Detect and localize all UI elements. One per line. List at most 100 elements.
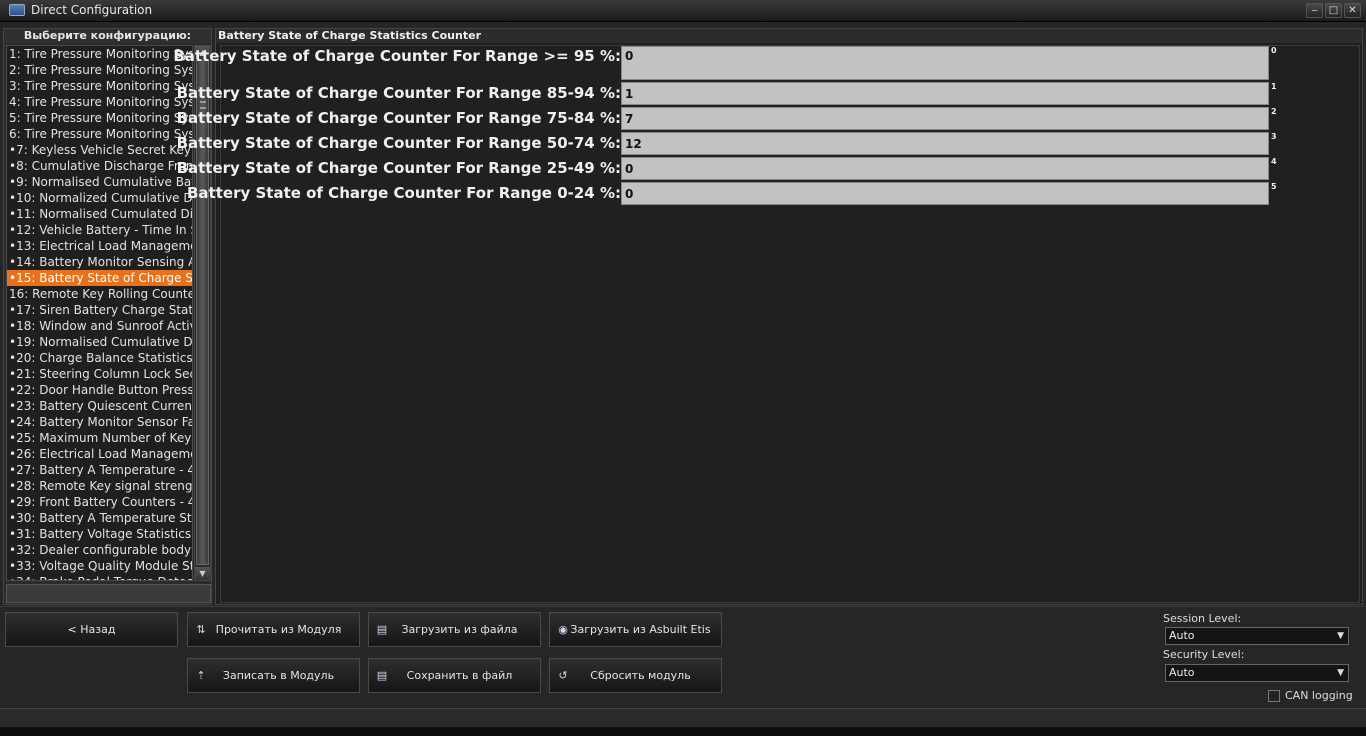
configuration-list-header: Выберите конфигурацию: [4, 29, 211, 43]
list-item[interactable]: •10: Normalized Cumulative Disc [7, 190, 192, 206]
list-item[interactable]: •20: Charge Balance Statistics C [7, 350, 192, 366]
list-item[interactable]: 3: Tire Pressure Monitoring Syst [7, 78, 192, 94]
list-item[interactable]: •25: Maximum Number of Keys A [7, 430, 192, 446]
detail-header: Battery State of Charge Statistics Count… [216, 29, 1362, 43]
direct-configuration-window: Direct Configuration ‒ □ ✕ Выберите конф… [0, 0, 1366, 736]
load-asbuilt-label: Загрузить из Asbuilt Etis [570, 623, 711, 636]
list-item[interactable]: •9: Normalised Cumulative Batte [7, 174, 192, 190]
field-value-input[interactable]: 7 [621, 107, 1269, 130]
can-logging-checkbox[interactable] [1268, 690, 1280, 702]
security-level-value: Auto [1169, 666, 1195, 679]
field-value-input[interactable]: 0 [621, 157, 1269, 180]
field-value-input[interactable]: 12 [621, 132, 1269, 155]
list-item[interactable]: •13: Electrical Load Managemen [7, 238, 192, 254]
list-item[interactable]: •12: Vehicle Battery - Time In S [7, 222, 192, 238]
list-item[interactable]: •14: Battery Monitor Sensing An [7, 254, 192, 270]
field-index: 2 [1271, 107, 1277, 116]
list-item[interactable]: •26: Electrical Load Managemen [7, 446, 192, 462]
list-item[interactable]: •32: Dealer configurable body fu [7, 542, 192, 558]
list-item[interactable]: •24: Battery Monitor Sensor Fau [7, 414, 192, 430]
list-item[interactable]: •31: Battery Voltage Statistics - [7, 526, 192, 542]
configuration-list[interactable]: 1: Tire Pressure Monitoring Syst 2: Tire … [6, 45, 193, 581]
list-item[interactable]: •15: Battery State of Charge Sta [7, 270, 192, 286]
globe-icon: ◉ [558, 623, 568, 636]
save-file-button[interactable]: ▤ Сохранить в файл [368, 658, 541, 693]
list-item[interactable]: 16: Remote Key Rolling Counter [7, 286, 192, 302]
list-item[interactable]: •23: Battery Quiescent Current - [7, 398, 192, 414]
chevron-down-icon: ▼ [1337, 668, 1344, 678]
read-module-label: Прочитать из Модуля [215, 623, 342, 636]
list-item[interactable]: •22: Door Handle Button Press T [7, 382, 192, 398]
app-icon [9, 4, 25, 16]
list-item[interactable]: •7: Keyless Vehicle Secret Key S [7, 142, 192, 158]
field-index: 5 [1271, 182, 1277, 191]
minimize-button[interactable]: ‒ [1306, 3, 1323, 18]
back-button-label: < Назад [67, 623, 116, 636]
write-module-icon: ⇡ [196, 669, 206, 682]
read-module-icon: ⇅ [196, 623, 206, 636]
field-index: 4 [1271, 157, 1277, 166]
session-level-label: Session Level: [1163, 612, 1242, 625]
list-item[interactable]: •8: Cumulative Discharge From [7, 158, 192, 174]
list-item[interactable]: •30: Battery A Temperature Stat [7, 510, 192, 526]
load-file-button[interactable]: ▤ Загрузить из файла [368, 612, 541, 647]
list-item[interactable]: •28: Remote Key signal strength [7, 478, 192, 494]
field-row: Battery State of Charge Counter For Rang… [177, 157, 1361, 181]
bottom-toolbar: < Назад ⇅ Прочитать из Модуля ▤ Загрузит… [0, 606, 1366, 708]
field-label: Battery State of Charge Counter For Rang… [176, 84, 621, 102]
list-item[interactable]: •18: Window and Sunroof Activa [7, 318, 192, 334]
load-file-icon: ▤ [376, 623, 388, 636]
list-item[interactable]: 5: Tire Pressure Monitoring Syst [7, 110, 192, 126]
load-asbuilt-button[interactable]: ◉ Загрузить из Asbuilt Etis [549, 612, 722, 647]
save-file-icon: ▤ [376, 669, 388, 682]
field-row: Battery State of Charge Counter For Rang… [177, 132, 1361, 156]
list-filter-field[interactable] [6, 584, 211, 603]
can-logging-label: CAN logging [1285, 689, 1353, 702]
save-file-label: Сохранить в файл [406, 669, 513, 682]
list-item[interactable]: •21: Steering Column Lock Secr [7, 366, 192, 382]
list-item[interactable]: •33: Voltage Quality Module Sta [7, 558, 192, 574]
reset-module-button[interactable]: ↺ Сбросить модуль [549, 658, 722, 693]
field-value-input[interactable]: 0 [621, 182, 1269, 205]
field-index: 3 [1271, 132, 1277, 141]
field-label: Battery State of Charge Counter For Rang… [176, 159, 621, 177]
field-row: Battery State of Charge Counter For Rang… [177, 107, 1361, 131]
field-row: Battery State of Charge Counter For Rang… [187, 182, 1361, 206]
taskbar [0, 728, 1366, 736]
read-module-button[interactable]: ⇅ Прочитать из Модуля [187, 612, 360, 647]
list-item[interactable]: 1: Tire Pressure Monitoring Syst [7, 46, 192, 62]
session-level-select[interactable]: Auto ▼ [1165, 627, 1349, 645]
list-item[interactable]: 4: Tire Pressure Monitoring Syst [7, 94, 192, 110]
close-button[interactable]: ✕ [1344, 3, 1361, 18]
write-module-label: Записать в Модуль [222, 669, 335, 682]
session-level-value: Auto [1169, 629, 1195, 642]
field-row: Battery State of Charge Counter For Rang… [177, 82, 1361, 106]
field-label: Battery State of Charge Counter For Rang… [187, 184, 621, 202]
write-module-button[interactable]: ⇡ Записать в Модуль [187, 658, 360, 693]
configuration-detail-panel: Battery State of Charge Statistics Count… [173, 28, 1363, 605]
list-item[interactable]: •19: Normalised Cumulative Disc [7, 334, 192, 350]
list-item[interactable]: •29: Front Battery Counters - 41 [7, 494, 192, 510]
reset-module-label: Сбросить модуль [590, 669, 691, 682]
list-item[interactable]: •11: Normalised Cumulated Disc [7, 206, 192, 222]
maximize-button[interactable]: □ [1325, 3, 1342, 18]
field-label: Battery State of Charge Counter For Rang… [176, 134, 621, 152]
security-level-label: Security Level: [1163, 648, 1245, 661]
back-button[interactable]: < Назад [5, 612, 178, 647]
status-bar [0, 708, 1366, 728]
field-label: Battery State of Charge Counter For Rang… [176, 109, 621, 127]
list-item[interactable]: •34: Brake Pedal Torque Detecti [7, 574, 192, 580]
title-bar: Direct Configuration ‒ □ ✕ [0, 0, 1366, 22]
reset-icon: ↺ [558, 669, 568, 682]
list-item[interactable]: 2: Tire Pressure Monitoring Syst [7, 62, 192, 78]
scroll-down-icon[interactable]: ▼ [195, 567, 210, 580]
list-item[interactable]: •17: Siren Battery Charge Status [7, 302, 192, 318]
load-file-label: Загрузить из файла [401, 623, 518, 636]
security-level-select[interactable]: Auto ▼ [1165, 664, 1349, 682]
list-item[interactable]: •27: Battery A Temperature - 41 [7, 462, 192, 478]
field-value-input[interactable]: 1 [621, 82, 1269, 105]
field-index: 0 [1271, 46, 1277, 55]
field-label: Battery State of Charge Counter For Rang… [173, 47, 621, 65]
list-item[interactable]: 6: Tire Pressure Monitoring Syst [7, 126, 192, 142]
field-value-input[interactable]: 0 [621, 46, 1269, 80]
